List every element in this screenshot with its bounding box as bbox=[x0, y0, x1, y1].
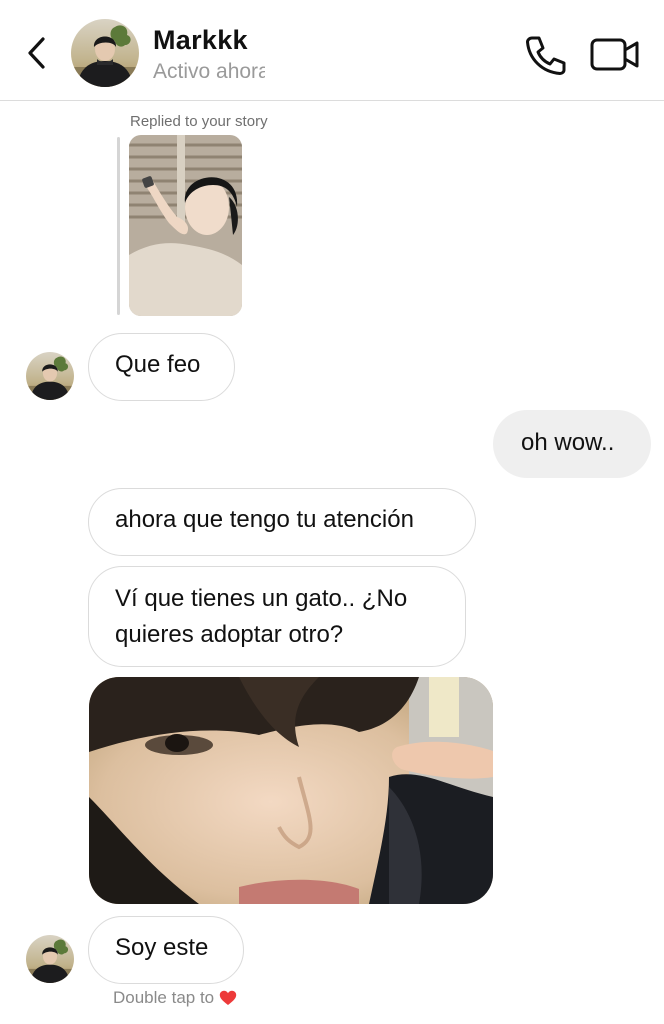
message-bubble-received[interactable]: ahora que tengo tu atención bbox=[88, 488, 476, 556]
chevron-left-icon bbox=[28, 37, 45, 69]
contact-avatar[interactable] bbox=[71, 19, 139, 87]
back-button[interactable] bbox=[18, 33, 54, 73]
chat-header: Markkk Activo ahora bbox=[0, 0, 664, 101]
message-bubble-received[interactable]: Ví que tienes un gato.. ¿No quieres adop… bbox=[88, 566, 466, 667]
story-thumbnail[interactable] bbox=[129, 135, 242, 316]
phone-icon bbox=[526, 36, 566, 75]
message-bubble-sent[interactable]: oh wow.. bbox=[493, 410, 651, 478]
active-status: Activo ahora bbox=[153, 60, 265, 83]
message-text: Ví que tienes un gato.. ¿No quieres adop… bbox=[115, 585, 408, 648]
message-bubble-received[interactable]: Que feo bbox=[88, 333, 235, 401]
message-text: oh wow.. bbox=[521, 429, 615, 456]
message-text: Soy este bbox=[115, 934, 209, 961]
photo-message[interactable] bbox=[89, 677, 493, 904]
voice-call-button[interactable] bbox=[522, 33, 568, 77]
contact-name[interactable]: Markkk bbox=[153, 25, 248, 56]
sender-avatar[interactable] bbox=[26, 352, 74, 400]
sender-avatar[interactable] bbox=[26, 935, 74, 983]
double-tap-text: Double tap to bbox=[113, 988, 215, 1007]
message-bubble-received[interactable]: Soy este bbox=[88, 916, 244, 984]
story-reply-bar bbox=[117, 137, 120, 315]
heart-icon bbox=[219, 990, 237, 1005]
message-text: Que feo bbox=[115, 351, 201, 378]
story-reply-label: Replied to your story bbox=[130, 113, 268, 130]
double-tap-hint: Double tap to bbox=[113, 988, 237, 1008]
message-text: ahora que tengo tu atención bbox=[115, 506, 414, 533]
video-camera-icon bbox=[590, 38, 639, 71]
video-call-button[interactable] bbox=[588, 35, 642, 75]
